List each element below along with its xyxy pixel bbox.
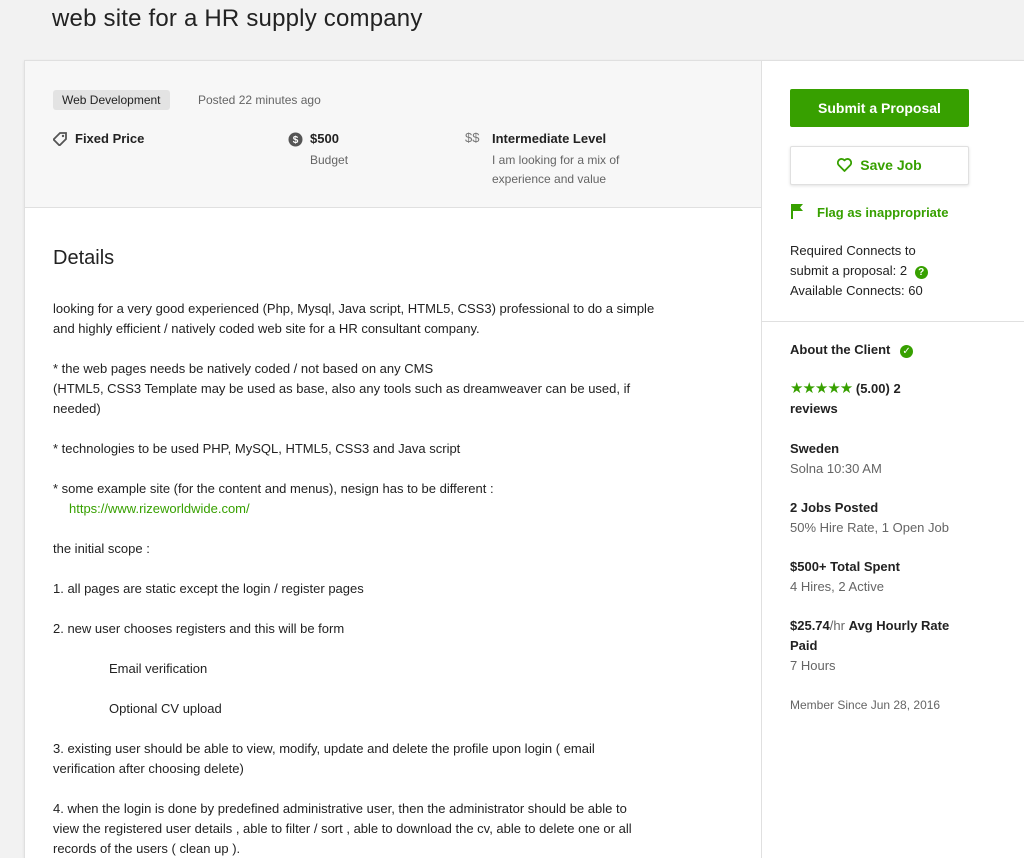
reviews-label: reviews bbox=[790, 401, 838, 416]
flag-label: Flag as inappropriate bbox=[817, 205, 949, 220]
save-job-button[interactable]: Save Job bbox=[790, 146, 969, 185]
submit-proposal-button[interactable]: Submit a Proposal bbox=[790, 89, 969, 127]
job-description: looking for a very good experienced (Php… bbox=[53, 299, 743, 858]
save-job-label: Save Job bbox=[860, 157, 922, 173]
heart-icon bbox=[837, 157, 860, 173]
connects-info: Required Connects to submit a proposal: … bbox=[790, 241, 970, 301]
level-description: I am looking for a mix of experience and … bbox=[492, 153, 620, 186]
description-paragraph: 3. existing user should be able to view,… bbox=[53, 741, 595, 776]
budget-value: $500 bbox=[310, 131, 339, 146]
client-spending: $500+ Total Spent 4 Hires, 2 Active bbox=[790, 557, 990, 597]
tag-icon bbox=[52, 132, 67, 151]
about-client-heading: About the Client ✓ bbox=[790, 340, 990, 360]
description-paragraph: the initial scope : bbox=[53, 541, 150, 556]
category-badge[interactable]: Web Development bbox=[53, 90, 170, 110]
job-summary-panel: Web Development Posted 22 minutes ago Fi… bbox=[25, 61, 761, 208]
hours-count: 7 Hours bbox=[790, 658, 836, 673]
level-label: Intermediate Level bbox=[492, 131, 607, 146]
description-paragraph: looking for a very good experienced (Php… bbox=[53, 301, 655, 336]
client-country: Sweden bbox=[790, 441, 840, 456]
budget-label: Budget bbox=[310, 153, 349, 167]
about-client-title: About the Client bbox=[790, 342, 891, 357]
check-circle-icon: ✓ bbox=[900, 345, 914, 358]
total-spent: $500+ Total Spent bbox=[790, 559, 900, 574]
client-location: Sweden Solna 10:30 AM bbox=[790, 439, 990, 479]
client-jobs: 2 Jobs Posted 50% Hire Rate, 1 Open Job bbox=[790, 498, 990, 538]
hourly-value: $25.74 bbox=[790, 618, 830, 633]
description-paragraph: * some example site (for the content and… bbox=[53, 479, 743, 519]
sidebar-divider bbox=[762, 321, 1024, 322]
client-hourly-rate: $25.74/hr Avg Hourly Rate Paid 7 Hours bbox=[790, 616, 990, 676]
page-title: web site for a HR supply company bbox=[52, 5, 423, 32]
level-icon: $$ bbox=[465, 130, 480, 145]
svg-text:$: $ bbox=[293, 135, 299, 146]
details-heading: Details bbox=[53, 247, 115, 269]
job-sidebar: Submit a Proposal Save Job Flag as inapp… bbox=[761, 61, 1024, 858]
dollar-circle-icon: $ bbox=[288, 132, 303, 152]
connects-required-value: submit a proposal: 2 ? bbox=[790, 261, 970, 281]
description-paragraph: 2. new user chooses registers and this w… bbox=[53, 621, 345, 636]
hire-rate: 50% Hire Rate, 1 Open Job bbox=[790, 520, 949, 535]
hires-count: 4 Hires, 2 Active bbox=[790, 579, 884, 594]
posted-time: Posted 22 minutes ago bbox=[198, 93, 321, 107]
example-site-link[interactable]: https://www.rizeworldwide.com/ bbox=[53, 499, 250, 519]
connects-available: Available Connects: 60 bbox=[790, 283, 923, 298]
hourly-label: Avg Hourly Rate bbox=[848, 618, 950, 633]
client-rating: ★★★★★ (5.00) 2 reviews bbox=[790, 379, 990, 419]
client-city-time: Solna 10:30 AM bbox=[790, 461, 882, 476]
member-since: Member Since Jun 28, 2016 bbox=[790, 695, 990, 715]
member-since-text: Member Since Jun 28, 2016 bbox=[790, 698, 941, 712]
question-circle-icon[interactable]: ? bbox=[914, 266, 928, 279]
description-paragraph: * technologies to be used PHP, MySQL, HT… bbox=[53, 441, 461, 456]
hourly-label-cont: Paid bbox=[790, 638, 818, 653]
jobs-posted: 2 Jobs Posted bbox=[790, 500, 879, 515]
description-paragraph: 1. all pages are static except the login… bbox=[53, 581, 364, 596]
rating-value: (5.00) 2 bbox=[855, 381, 901, 396]
connects-required-label: Required Connects to bbox=[790, 243, 916, 258]
description-paragraph: * the web pages needs be natively coded … bbox=[53, 361, 631, 416]
job-type-label: Fixed Price bbox=[75, 131, 145, 146]
star-rating-icon: ★★★★★ bbox=[790, 380, 853, 397]
description-paragraph: Email verification bbox=[109, 661, 208, 676]
description-paragraph: 4. when the login is done by predefined … bbox=[53, 801, 632, 856]
job-main: Web Development Posted 22 minutes ago Fi… bbox=[25, 61, 761, 858]
description-paragraph: Optional CV upload bbox=[109, 701, 222, 716]
hourly-unit: /hr bbox=[829, 618, 845, 633]
job-card: Web Development Posted 22 minutes ago Fi… bbox=[24, 60, 1024, 858]
